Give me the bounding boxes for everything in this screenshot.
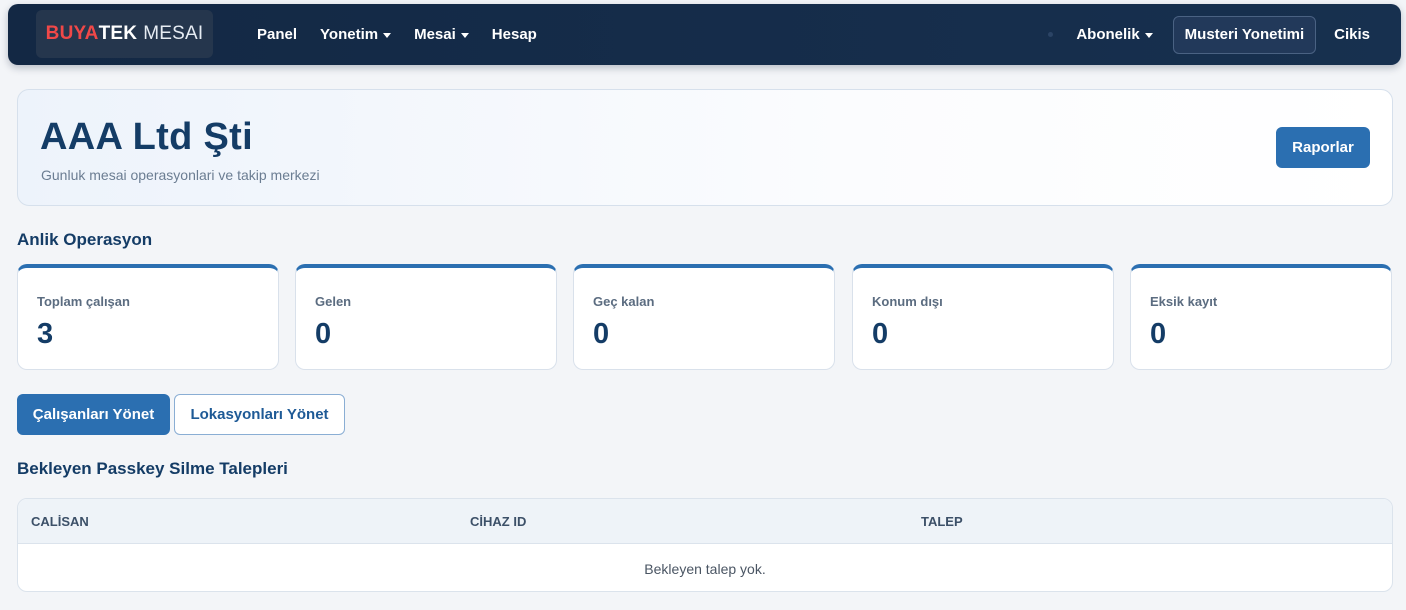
caret-down-icon <box>1144 32 1153 38</box>
stat-label: Geç kalan <box>593 294 655 309</box>
company-subtitle: Gunluk mesai operasyonlari ve takip merk… <box>41 167 320 183</box>
customer-management-label: Musteri Yonetimi <box>1184 26 1305 43</box>
column-header-request: TALEP <box>921 514 963 529</box>
passkey-requests-title: Bekleyen Passkey Silme Talepleri <box>17 459 288 478</box>
stat-card-out-of-location: Konum dışı 0 <box>852 264 1114 370</box>
logout-label: Cikis <box>1334 26 1370 43</box>
caret-down-icon <box>460 32 469 38</box>
stat-label: Konum dışı <box>872 294 943 309</box>
top-navbar: BUYA TEK MESAI Panel Yonetim Mesai Hesap A… <box>8 4 1401 65</box>
main-nav: Panel Yonetim Mesai Hesap <box>257 4 560 65</box>
table-header: CALİSAN CİHAZ ID TALEP <box>18 499 1392 544</box>
stat-label: Eksik kayıt <box>1150 294 1218 309</box>
subscription-label: Abonelik <box>1076 26 1140 43</box>
live-operations-title: Anlik Operasyon <box>17 230 153 249</box>
passkey-requests-table: CALİSAN CİHAZ ID TALEP Bekleyen talep yo… <box>17 498 1393 592</box>
reports-button[interactable]: Raporlar <box>1276 127 1370 168</box>
stat-value: 0 <box>315 318 332 350</box>
column-header-device-id: CİHAZ ID <box>470 514 527 529</box>
nav-mesai-label: Mesai <box>414 26 456 43</box>
nav-yonetim-dropdown[interactable]: Yonetim <box>320 26 392 43</box>
stat-value: 0 <box>872 318 889 350</box>
nav-hesap[interactable]: Hesap <box>492 26 537 43</box>
nav-mesai-dropdown[interactable]: Mesai <box>414 26 469 43</box>
stat-value: 0 <box>1150 318 1167 350</box>
stat-card-missing-records: Eksik kayıt 0 <box>1130 264 1392 370</box>
status-dot-icon <box>1048 32 1054 37</box>
brand-part-1: BUYA <box>45 23 99 44</box>
nav-hesap-label: Hesap <box>491 26 537 43</box>
stat-value: 0 <box>593 318 610 350</box>
brand-part-3: MESAI <box>143 23 204 44</box>
subscription-dropdown[interactable]: Abonelik <box>1076 26 1153 43</box>
caret-down-icon <box>383 32 392 38</box>
manage-employees-button[interactable]: Çalışanları Yönet <box>17 394 170 435</box>
stat-label: Gelen <box>315 294 352 309</box>
stat-value: 3 <box>37 318 54 350</box>
manage-locations-button[interactable]: Lokasyonları Yönet <box>174 394 345 435</box>
stat-card-arrived: Gelen 0 <box>295 264 557 370</box>
brand-logo[interactable]: BUYA TEK MESAI <box>36 10 213 58</box>
empty-table-message: Bekleyen talep yok. <box>644 560 766 577</box>
customer-management-button[interactable]: Musteri Yonetimi <box>1172 15 1317 54</box>
stat-card-late: Geç kalan 0 <box>573 264 835 370</box>
nav-panel-label: Panel <box>257 26 298 43</box>
logout-link[interactable]: Cikis <box>1334 26 1370 43</box>
company-header-card: AAA Ltd Şti Gunluk mesai operasyonlari v… <box>17 89 1393 206</box>
nav-panel[interactable]: Panel <box>257 26 297 43</box>
user-nav: Abonelik Musteri Yonetimi Cikis <box>1048 4 1401 65</box>
stat-label: Toplam çalışan <box>37 294 130 309</box>
brand-part-2: TEK <box>98 23 138 44</box>
nav-yonetim-label: Yonetim <box>320 26 379 43</box>
stat-card-total-employees: Toplam çalışan 3 <box>17 264 279 370</box>
column-header-employee: CALİSAN <box>31 514 89 529</box>
company-name: AAA Ltd Şti <box>40 116 253 158</box>
